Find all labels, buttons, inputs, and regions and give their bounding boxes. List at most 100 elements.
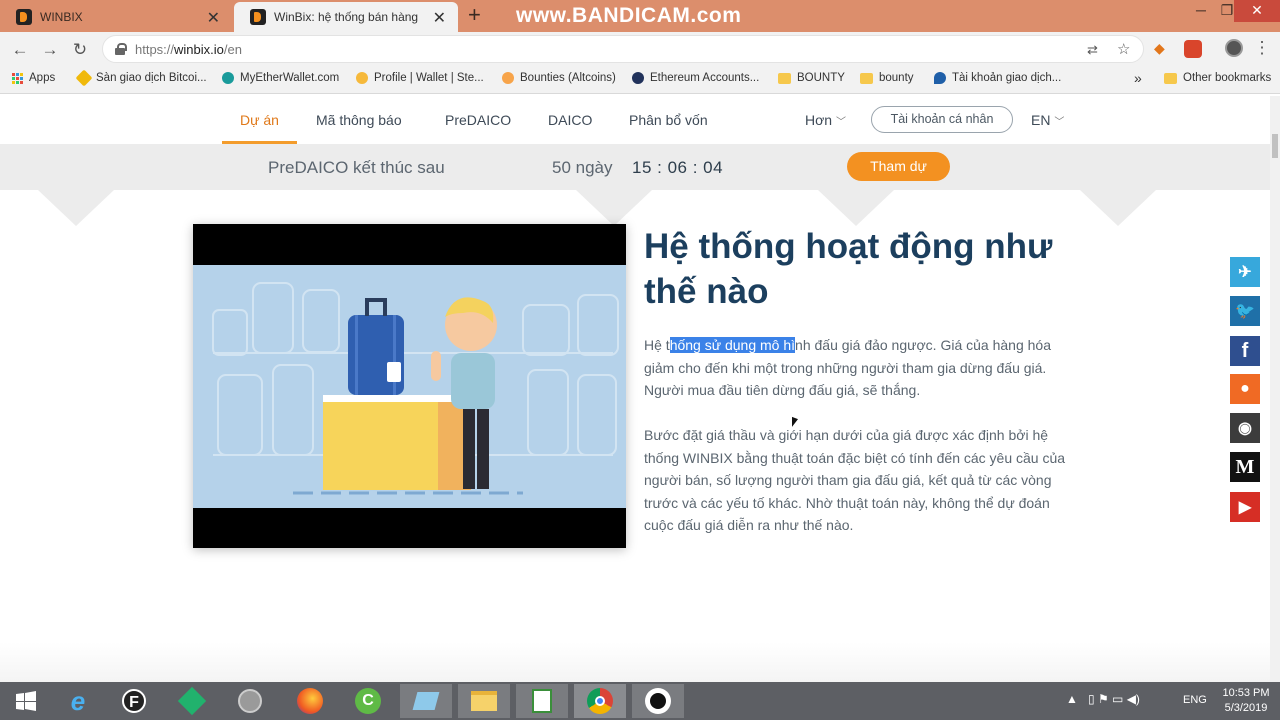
decorative-triangle bbox=[576, 190, 652, 226]
bookmark-item[interactable]: MyEtherWallet.com bbox=[222, 72, 339, 84]
medium-icon[interactable]: M bbox=[1230, 452, 1260, 482]
file-explorer-icon[interactable] bbox=[458, 684, 510, 718]
bookmark-item[interactable]: Tài khoản giao dịch... bbox=[934, 72, 1061, 84]
paragraph-reverse-auction: Hệ thống sử dụng mô hình đấu giá đảo ngư… bbox=[644, 337, 1051, 398]
myetherwallet-icon bbox=[222, 72, 234, 84]
chrome-icon[interactable] bbox=[574, 684, 626, 718]
selected-text: hống sử dụng mô hì bbox=[669, 337, 796, 353]
video-frame-illustration bbox=[193, 265, 626, 508]
footer-fade bbox=[0, 642, 1270, 682]
bookmark-star-icon[interactable]: ☆ bbox=[1117, 40, 1130, 58]
bookmark-folder[interactable]: bounty bbox=[860, 72, 914, 84]
folder-icon bbox=[778, 72, 791, 84]
metamask-extension-icon[interactable]: ◆ bbox=[1154, 40, 1172, 58]
reddit-icon[interactable]: ● bbox=[1230, 374, 1260, 404]
bookmark-folder[interactable]: BOUNTY bbox=[778, 72, 845, 84]
language-indicator[interactable]: ENG bbox=[1183, 694, 1207, 706]
gray-app-icon[interactable] bbox=[224, 684, 276, 718]
app-taskbar-button[interactable] bbox=[400, 684, 452, 718]
nav-predaico[interactable]: PreDAICO bbox=[445, 112, 511, 128]
countdown-days: 50 ngày bbox=[552, 158, 613, 177]
bookmark-item[interactable]: Profile | Wallet | Ste... bbox=[356, 72, 484, 84]
decorative-triangle bbox=[818, 190, 894, 226]
green-app-icon[interactable] bbox=[166, 684, 218, 718]
tab-winbix-sales[interactable]: WinBix: hệ thống bán hàng ✕ bbox=[234, 2, 458, 32]
chart-app-icon[interactable] bbox=[516, 684, 568, 718]
profile-avatar-icon[interactable] bbox=[1225, 39, 1243, 57]
bookmark-apps[interactable]: Apps bbox=[12, 72, 55, 84]
new-tab-button[interactable]: + bbox=[468, 2, 481, 28]
mouse-cursor-icon bbox=[792, 416, 798, 430]
apps-grid-icon bbox=[12, 72, 23, 84]
tray-icons[interactable]: ▯ ⚑ ▭ ◀) bbox=[1088, 692, 1140, 706]
explainer-video-player[interactable] bbox=[193, 224, 626, 548]
url-input[interactable]: https://winbix.io/en ⇄ ☆ bbox=[102, 35, 1144, 63]
twitter-icon[interactable]: 🐦 bbox=[1230, 296, 1260, 326]
decorative-triangle bbox=[38, 190, 114, 226]
url-text: https://winbix.io/en bbox=[135, 42, 242, 57]
system-clock[interactable]: 10:53 PM 5/3/2019 bbox=[1220, 686, 1272, 716]
forward-arrow-icon[interactable]: → bbox=[40, 40, 60, 60]
bookmark-item[interactable]: Ethereum Accounts... bbox=[632, 72, 759, 84]
app-f-icon[interactable]: F bbox=[108, 684, 160, 718]
flame-icon bbox=[934, 72, 946, 84]
predaico-countdown-bar: PreDAICO kết thúc sau 50 ngày 15 : 06 : … bbox=[0, 144, 1270, 190]
nav-du-an[interactable]: Dự án bbox=[240, 112, 279, 128]
personal-account-button[interactable]: Tài khoản cá nhân bbox=[871, 106, 1013, 133]
winbix-favicon-icon bbox=[250, 9, 266, 25]
github-icon[interactable]: ◉ bbox=[1230, 413, 1260, 443]
winbix-favicon-icon bbox=[16, 9, 32, 25]
windows-start-icon[interactable] bbox=[0, 684, 52, 718]
window-close-button[interactable]: ✕ bbox=[1234, 0, 1280, 22]
menu-dots-icon[interactable]: ⋮ bbox=[1252, 38, 1272, 58]
vertical-scrollbar[interactable] bbox=[1270, 96, 1280, 682]
paragraph-algorithm: Bước đặt giá thầu và giới hạn dưới của g… bbox=[644, 427, 1066, 533]
participate-button[interactable]: Tham dự bbox=[847, 152, 950, 181]
telegram-icon[interactable]: ✈ bbox=[1230, 257, 1260, 287]
windows-taskbar: e F C ▲ ▯ ⚑ ▭ ◀) ENG 10:53 PM 5/3/2019 bbox=[0, 682, 1280, 720]
tray-overflow-icon[interactable]: ▲ bbox=[1066, 692, 1078, 706]
bookmark-item[interactable]: Bounties (Altcoins) bbox=[502, 72, 616, 84]
nav-ma-thong-bao[interactable]: Mã thông báo bbox=[316, 112, 402, 128]
firefox-icon[interactable] bbox=[284, 684, 336, 718]
back-arrow-icon[interactable]: ← bbox=[10, 40, 30, 60]
bookmarks-overflow-button[interactable]: » bbox=[1134, 70, 1142, 86]
internet-explorer-icon[interactable]: e bbox=[52, 684, 104, 718]
bandicam-record-icon[interactable] bbox=[632, 684, 684, 718]
etherscan-icon bbox=[632, 72, 644, 84]
tab-title: WinBix: hệ thống bán hàng bbox=[274, 10, 419, 24]
video-illustration bbox=[212, 282, 619, 495]
close-tab-icon[interactable]: ✕ bbox=[433, 8, 446, 28]
language-selector[interactable]: EN ﹀ bbox=[1031, 112, 1064, 128]
scrollbar-thumb[interactable] bbox=[1272, 134, 1278, 158]
coccoc-icon[interactable]: C bbox=[342, 684, 394, 718]
reload-icon[interactable]: ↻ bbox=[70, 40, 90, 60]
section-heading: Hệ thống hoạt động như thế nào bbox=[644, 227, 1053, 311]
address-toolbar: ← → ↻ https://winbix.io/en ⇄ ☆ ◆ ⋮ bbox=[0, 32, 1280, 66]
folder-icon bbox=[1164, 72, 1177, 84]
site-navigation: Dự án Mã thông báo PreDAICO DAICO Phân b… bbox=[0, 96, 1270, 144]
browser-tab-bar: WINBIX ✕ WinBix: hệ thống bán hàng ✕ + w… bbox=[0, 0, 1280, 32]
folder-icon bbox=[860, 72, 873, 84]
other-bookmarks[interactable]: Other bookmarks bbox=[1164, 72, 1271, 84]
translate-icon[interactable]: ⇄ bbox=[1087, 42, 1098, 58]
facebook-icon[interactable]: f bbox=[1230, 336, 1260, 366]
binance-icon bbox=[75, 69, 93, 87]
decorative-triangle bbox=[1080, 190, 1156, 226]
bandicam-watermark: www.BANDICAM.com bbox=[516, 4, 742, 27]
wallet-icon bbox=[356, 72, 368, 84]
tab-title: WINBIX bbox=[40, 10, 83, 24]
bitcoin-icon bbox=[502, 72, 514, 84]
nav-daico[interactable]: DAICO bbox=[548, 112, 592, 128]
bookmarks-bar: Apps Sàn giao dịch Bitcoi... MyEtherWall… bbox=[0, 66, 1280, 94]
countdown-time: 15 : 06 : 04 bbox=[632, 158, 724, 177]
tab-winbix[interactable]: WINBIX ✕ bbox=[0, 2, 232, 32]
nav-phan-bo-von[interactable]: Phân bổ vốn bbox=[629, 112, 708, 128]
chevron-down-icon: ﹀ bbox=[835, 117, 846, 128]
youtube-icon[interactable]: ▶ bbox=[1230, 492, 1260, 522]
close-tab-icon[interactable]: ✕ bbox=[207, 8, 220, 28]
chevron-down-icon: ﹀ bbox=[1054, 117, 1065, 128]
extension-icon[interactable] bbox=[1184, 40, 1202, 58]
bookmark-item[interactable]: Sàn giao dịch Bitcoi... bbox=[75, 69, 207, 87]
nav-more-dropdown[interactable]: Hơn ﹀ bbox=[805, 112, 846, 128]
